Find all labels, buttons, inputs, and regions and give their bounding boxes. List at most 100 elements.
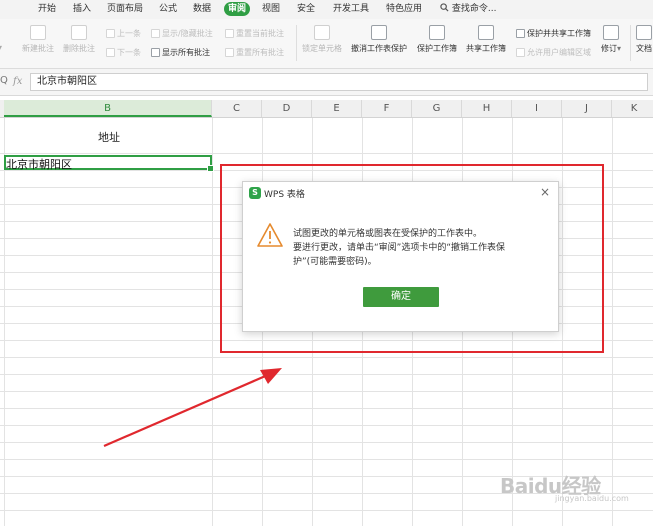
- protect-workbook-label: 保护工作簿: [417, 44, 457, 53]
- grid-line: [0, 357, 653, 358]
- watermark-url: jingyan.baidu.com: [555, 494, 629, 503]
- grid-line: [0, 408, 653, 409]
- formula-input[interactable]: 北京市朝阳区: [30, 73, 648, 91]
- show-all-comments-icon: [151, 48, 160, 57]
- unprotect-sheet-button[interactable]: 撤消工作表保护: [351, 25, 407, 54]
- menu-insert[interactable]: 插入: [73, 2, 91, 16]
- prev-icon: [106, 29, 115, 38]
- grid-line: [4, 118, 5, 526]
- protect-and-share-button[interactable]: 保护并共享工作簿: [516, 28, 591, 40]
- menu-developer[interactable]: 开发工具: [333, 2, 369, 16]
- menu-data[interactable]: 数据: [193, 2, 211, 16]
- revise-dropdown-icon: ▾: [617, 44, 622, 53]
- unprotect-sheet-label: 撤消工作表保护: [351, 44, 407, 53]
- prev-comment-button[interactable]: 上一条: [106, 28, 141, 40]
- column-header-i[interactable]: I: [512, 100, 562, 117]
- fx-icon[interactable]: fx: [13, 76, 22, 87]
- header-cell-address[interactable]: 地址: [98, 129, 120, 145]
- share-workbook-button[interactable]: 共享工作簿: [466, 25, 506, 54]
- reset-all-comments-icon: [225, 48, 234, 57]
- ribbon: ▾ 新建批注 删除批注 上一条 下一条 显示/隐藏批注 显示所有批注 重置当前批…: [0, 19, 653, 69]
- revise-label: 修订: [601, 44, 617, 53]
- dialog-message-line-1: 试图更改的单元格或图表在受保护的工作表中。: [293, 229, 483, 239]
- revise-button[interactable]: 修订▾: [601, 25, 621, 54]
- reset-current-comment-label: 重置当前批注: [236, 29, 284, 38]
- protect-workbook-button[interactable]: 保护工作簿: [417, 25, 457, 54]
- show-hide-comment-icon: [151, 29, 160, 38]
- share-workbook-icon: [478, 25, 494, 40]
- show-all-comments-button[interactable]: 显示所有批注: [151, 47, 210, 59]
- menu-security[interactable]: 安全: [297, 2, 315, 16]
- prev-label: 上一条: [117, 29, 141, 38]
- reset-all-comments-button[interactable]: 重置所有批注: [225, 47, 284, 59]
- ribbon-separator: [630, 25, 631, 61]
- column-header-d[interactable]: D: [262, 100, 312, 117]
- active-cell-value: 北京市朝阳区: [6, 158, 72, 171]
- document-button[interactable]: 文档: [636, 25, 652, 54]
- zoom-icon[interactable]: Q: [0, 75, 8, 86]
- dialog-message-line-2: 要进行更改，请单击“审阅”选项卡中的“撤销工作表保: [293, 243, 505, 253]
- column-header-e[interactable]: E: [312, 100, 362, 117]
- grid-line: [612, 118, 613, 526]
- ok-button[interactable]: 确定: [363, 287, 439, 307]
- column-header-b[interactable]: B: [4, 100, 212, 117]
- next-comment-button[interactable]: 下一条: [106, 47, 141, 59]
- grid-line: [0, 391, 653, 392]
- reset-current-comment-icon: [225, 29, 234, 38]
- menu-view[interactable]: 视图: [262, 2, 280, 16]
- fill-handle[interactable]: [207, 165, 214, 172]
- reset-current-comment-button[interactable]: 重置当前批注: [225, 28, 284, 40]
- allow-edit-ranges-label: 允许用户编辑区域: [527, 48, 591, 57]
- ribbon-separator: [296, 25, 297, 61]
- search-icon: [440, 3, 449, 12]
- grid-line: [0, 425, 653, 426]
- delete-comment-label: 删除批注: [63, 44, 95, 53]
- grid-line: [0, 374, 653, 375]
- column-header-k[interactable]: K: [612, 100, 653, 117]
- menu-overflow[interactable]: •: [0, 2, 1, 16]
- menu-formulas[interactable]: 公式: [159, 2, 177, 16]
- new-comment-button[interactable]: 新建批注: [22, 25, 54, 54]
- warning-icon: [257, 223, 283, 247]
- dialog-title-bar[interactable]: S WPS 表格 ×: [243, 182, 558, 204]
- column-header-j[interactable]: J: [562, 100, 612, 117]
- show-hide-comment-label: 显示/隐藏批注: [162, 29, 213, 38]
- grid-line: [0, 153, 653, 154]
- next-icon: [106, 48, 115, 57]
- share-workbook-label: 共享工作簿: [466, 44, 506, 53]
- show-hide-comment-button[interactable]: 显示/隐藏批注: [151, 28, 213, 40]
- delete-comment-icon: [71, 25, 87, 40]
- menu-special[interactable]: 特色应用: [386, 2, 422, 16]
- menu-bar: • 开始 插入 页面布局 公式 数据 审阅 视图 安全 开发工具 特色应用 查找…: [0, 0, 653, 19]
- grid-line: [0, 459, 653, 460]
- column-header-h[interactable]: H: [462, 100, 512, 117]
- column-header-c[interactable]: C: [212, 100, 262, 117]
- new-comment-label: 新建批注: [22, 44, 54, 53]
- unprotect-sheet-icon: [371, 25, 387, 40]
- baidu-watermark: Baidu经验 jingyan.baidu.com: [500, 468, 650, 508]
- close-icon[interactable]: ×: [538, 184, 552, 200]
- protection-warning-dialog: S WPS 表格 × 试图更改的单元格或图表在受保护的工作表中。 要进行更改，请…: [242, 181, 559, 332]
- grid-line: [0, 510, 653, 511]
- wps-logo-icon: S: [249, 187, 261, 199]
- search-command[interactable]: 查找命令...: [440, 2, 496, 16]
- comment-icon: [30, 25, 46, 40]
- ribbon-overflow[interactable]: ▾: [0, 43, 2, 52]
- lock-cell-button[interactable]: 锁定单元格: [302, 25, 342, 54]
- menu-review[interactable]: 审阅: [224, 2, 251, 16]
- protect-workbook-icon: [429, 25, 445, 40]
- menu-home[interactable]: 开始: [38, 2, 56, 16]
- document-label: 文档: [636, 44, 652, 53]
- lock-cell-label: 锁定单元格: [302, 44, 342, 53]
- dialog-title: WPS 表格: [264, 190, 305, 200]
- annotation-arrow: [103, 368, 282, 448]
- column-header-f[interactable]: F: [362, 100, 412, 117]
- menu-page-layout[interactable]: 页面布局: [107, 2, 143, 16]
- allow-edit-ranges-button[interactable]: 允许用户编辑区域: [516, 47, 591, 59]
- search-command-label: 查找命令...: [451, 4, 497, 14]
- dialog-message-line-3: 护”(可能需要密码)。: [293, 257, 377, 267]
- lock-icon: [314, 25, 330, 40]
- delete-comment-button[interactable]: 删除批注: [63, 25, 95, 54]
- protect-and-share-label: 保护并共享工作簿: [527, 29, 591, 38]
- column-header-g[interactable]: G: [412, 100, 462, 117]
